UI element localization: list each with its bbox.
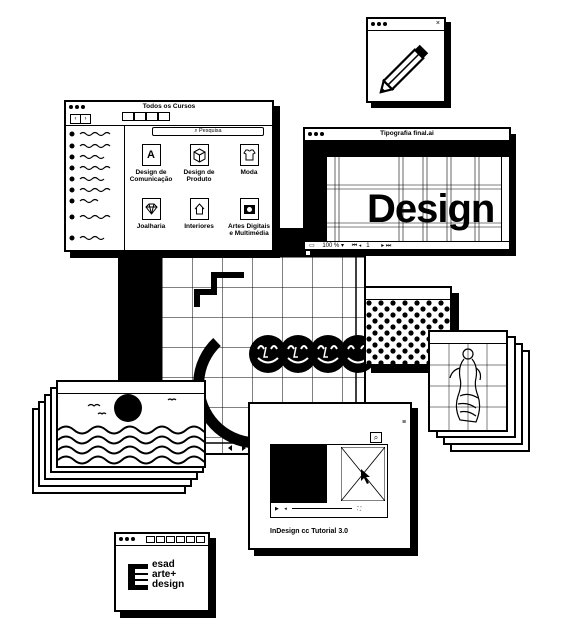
statue-illustration — [430, 344, 506, 430]
video-title: InDesign cc Tutorial 3.0 — [270, 528, 349, 535]
fullscreen-icon[interactable]: ⛶ — [358, 506, 362, 512]
course-item[interactable]: Design de Produto — [176, 144, 222, 183]
next-page-icon[interactable]: ▸ — [381, 243, 384, 249]
search-icon: ⌕ — [194, 128, 198, 134]
logo-window: esad arte+ design — [114, 532, 210, 612]
close-icon[interactable]: × — [436, 20, 440, 27]
last-page-icon[interactable]: ⏭ — [386, 243, 391, 249]
search-icon[interactable]: ⌕ — [370, 432, 382, 443]
tshirt-icon — [239, 144, 259, 166]
toolbar — [305, 141, 509, 157]
play-icon[interactable]: ▶ — [275, 506, 279, 512]
smiley-faces — [248, 333, 378, 375]
course-item[interactable]: Interiores — [176, 198, 222, 230]
video-player[interactable]: ▶ ◂ ⛶ — [270, 444, 388, 518]
toolbar-buttons[interactable] — [146, 536, 205, 543]
landscape-window — [56, 380, 206, 468]
window-titlebar: × — [368, 19, 444, 31]
progress-bar[interactable] — [292, 508, 353, 510]
house-icon — [189, 198, 209, 220]
window-titlebar — [116, 534, 208, 546]
course-label: Design de Comunicação — [129, 169, 173, 184]
search-input[interactable]: ⌕ Pesquisa — [152, 127, 264, 136]
prev-page-icon[interactable]: ◂ — [359, 243, 362, 249]
window-controls[interactable] — [371, 22, 387, 26]
logo-line: design — [152, 579, 185, 590]
window-titlebar: Todos os Cursos ‹ › — [66, 102, 272, 126]
window-controls[interactable] — [119, 537, 135, 541]
tutorial-window: ⌕ ≡ ▶ ◂ ⛶ InDesign cc Tutorial 3.0 — [248, 402, 412, 550]
view-icons-button[interactable] — [122, 112, 134, 121]
window-titlebar: Tipografia final.ai — [305, 129, 509, 141]
course-item[interactable]: A Design de Comunicação — [128, 144, 174, 183]
seascape-illustration — [58, 394, 204, 465]
course-item[interactable]: Artes Digitais e Multimédia — [226, 198, 272, 237]
diamond-icon — [141, 198, 161, 220]
view-columns-button[interactable] — [146, 112, 158, 121]
video-frame-dark — [271, 445, 327, 503]
page-number[interactable]: 1 — [366, 243, 369, 249]
view-gallery-button[interactable] — [158, 112, 170, 121]
courses-window: Todos os Cursos ‹ › ⌕ Pesquisa A Design … — [64, 100, 274, 252]
course-label: Artes Digitais e Multimédia — [228, 223, 270, 238]
sidebar — [66, 126, 125, 250]
tools-panel — [305, 157, 327, 241]
course-label: Joalharia — [136, 223, 166, 230]
zoom-dropdown-icon[interactable]: ▾ — [341, 243, 344, 249]
esad-logo-text: esad arte+ design — [152, 560, 184, 590]
window-titlebar — [58, 382, 204, 394]
esad-logo-mark — [128, 564, 148, 590]
status-bar: ▭ 100 % ▾ ⏮ ◂ 1 ▸ ⏭ — [305, 241, 509, 249]
window-titlebar — [430, 332, 506, 344]
typography-window: Tipografia final.ai Design ▭ 100 % ▾ ⏮ ◂… — [303, 127, 511, 251]
vertical-scrollbar[interactable] — [501, 157, 509, 241]
zoom-level[interactable]: 100 % — [322, 243, 339, 249]
pencil-icon — [376, 35, 438, 97]
window-titlebar — [366, 288, 450, 300]
statue-window — [428, 330, 508, 432]
window-titlebar: ⌕ ≡ — [250, 404, 410, 444]
artboard-preview — [341, 447, 385, 501]
box-icon — [189, 144, 209, 166]
course-label: Design de Produto — [183, 169, 215, 184]
forward-button[interactable]: › — [80, 114, 91, 124]
course-item[interactable]: Joalharia — [128, 198, 174, 230]
course-label: Moda — [240, 169, 258, 176]
volume-icon[interactable]: ◂ — [284, 506, 287, 512]
window-title: Tipografia final.ai — [380, 130, 434, 137]
player-controls[interactable]: ▶ ◂ ⛶ — [271, 505, 383, 513]
window-title: Todos os Cursos — [142, 103, 196, 110]
course-item[interactable]: Moda — [226, 144, 272, 176]
pencil-window: × — [366, 17, 446, 103]
menu-icon[interactable]: ≡ — [402, 419, 406, 426]
course-label: Interiores — [184, 223, 214, 230]
document-icon: ▭ — [309, 243, 315, 249]
canvas-text[interactable]: Design — [367, 189, 495, 229]
view-list-button[interactable] — [134, 112, 146, 121]
camera-icon — [239, 198, 259, 220]
first-page-icon[interactable]: ⏮ — [352, 243, 357, 249]
letter-a-icon: A — [141, 144, 161, 166]
